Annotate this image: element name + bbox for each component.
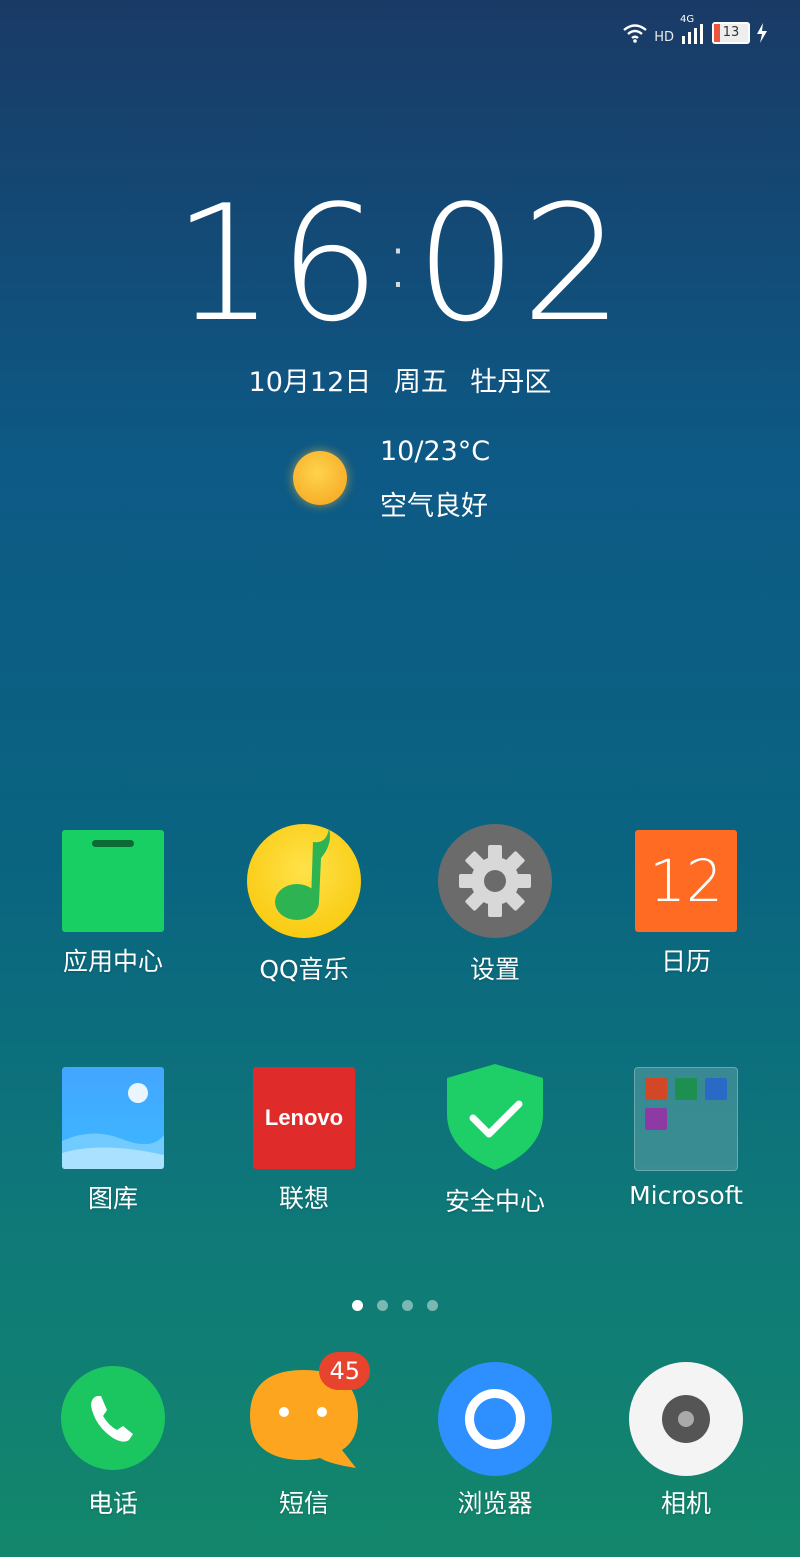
date-location: 10月12日 周五 牡丹区 [248, 367, 552, 398]
app-gallery[interactable]: 图库 [18, 1067, 208, 1215]
hd-indicator: HD [654, 29, 674, 45]
app-calendar[interactable]: 12 日历 [591, 830, 781, 978]
dock-browser[interactable]: 浏览器 [400, 1362, 590, 1520]
app-label: 日历 [660, 947, 711, 976]
air-quality: 空气良好 [380, 491, 488, 522]
app-label: QQ音乐 [259, 955, 349, 984]
status-bar: HD 4G 13 [622, 14, 768, 48]
lockscreen-clock: 16:02 [172, 170, 628, 357]
app-label: 设置 [469, 955, 520, 984]
charging-icon [757, 23, 767, 43]
app-label: 图库 [87, 1184, 138, 1213]
app-label: 应用中心 [62, 947, 163, 976]
app-lenovo[interactable]: Lenovo 联想 [209, 1067, 399, 1215]
app-qq-music[interactable]: QQ音乐 [209, 824, 399, 986]
dock-messages[interactable]: 45 短信 [209, 1352, 399, 1520]
temperature: 10/23°C [380, 436, 491, 467]
signal-icon: 4G [680, 14, 706, 46]
page-dot[interactable] [402, 1300, 413, 1311]
app-label: 短信 [278, 1489, 329, 1518]
folder-icon [634, 1067, 738, 1171]
app-folder-microsoft[interactable]: Microsoft [591, 1067, 781, 1210]
app-label: 浏览器 [457, 1489, 533, 1518]
unread-badge: 45 [319, 1352, 370, 1390]
battery-level: 13 [722, 25, 740, 40]
network-type: 4G [680, 14, 695, 25]
app-label: Microsoft [629, 1181, 743, 1210]
qq-music-icon [247, 824, 361, 938]
wifi-icon [623, 24, 647, 43]
app-security-center[interactable]: 安全中心 [400, 1062, 590, 1218]
gear-icon [438, 824, 552, 938]
phone-icon [57, 1362, 169, 1474]
gallery-icon [62, 1067, 164, 1169]
app-label: 联想 [278, 1184, 329, 1213]
app-settings[interactable]: 设置 [400, 824, 590, 986]
camera-icon [629, 1362, 743, 1476]
page-dot[interactable] [352, 1300, 363, 1311]
shield-check-icon [443, 1062, 547, 1172]
app-label: 电话 [87, 1489, 138, 1518]
dock-camera[interactable]: 相机 [591, 1362, 781, 1520]
page-dot[interactable] [427, 1300, 438, 1311]
onenote-icon [645, 1108, 667, 1130]
calendar-icon: 12 [635, 830, 737, 932]
app-app-center[interactable]: 应用中心 [18, 830, 208, 978]
page-indicator[interactable] [352, 1300, 438, 1311]
powerpoint-icon [645, 1078, 667, 1100]
page-dot[interactable] [377, 1300, 388, 1311]
excel-icon [675, 1078, 697, 1100]
clock-hour: 16 [172, 170, 385, 357]
dock-phone[interactable]: 电话 [18, 1362, 208, 1520]
word-icon [705, 1078, 727, 1100]
clock-minute: 02 [415, 170, 628, 357]
app-label: 相机 [660, 1489, 711, 1518]
message-icon: 45 [246, 1352, 370, 1474]
sun-icon [293, 451, 347, 505]
calendar-day: 12 [649, 847, 723, 915]
lenovo-logo-text: Lenovo [264, 1105, 344, 1130]
app-store-icon [62, 830, 164, 932]
browser-icon [438, 1362, 552, 1476]
battery-indicator: 13 [712, 22, 750, 44]
app-label: 安全中心 [444, 1187, 545, 1216]
lenovo-icon: Lenovo [253, 1067, 355, 1169]
